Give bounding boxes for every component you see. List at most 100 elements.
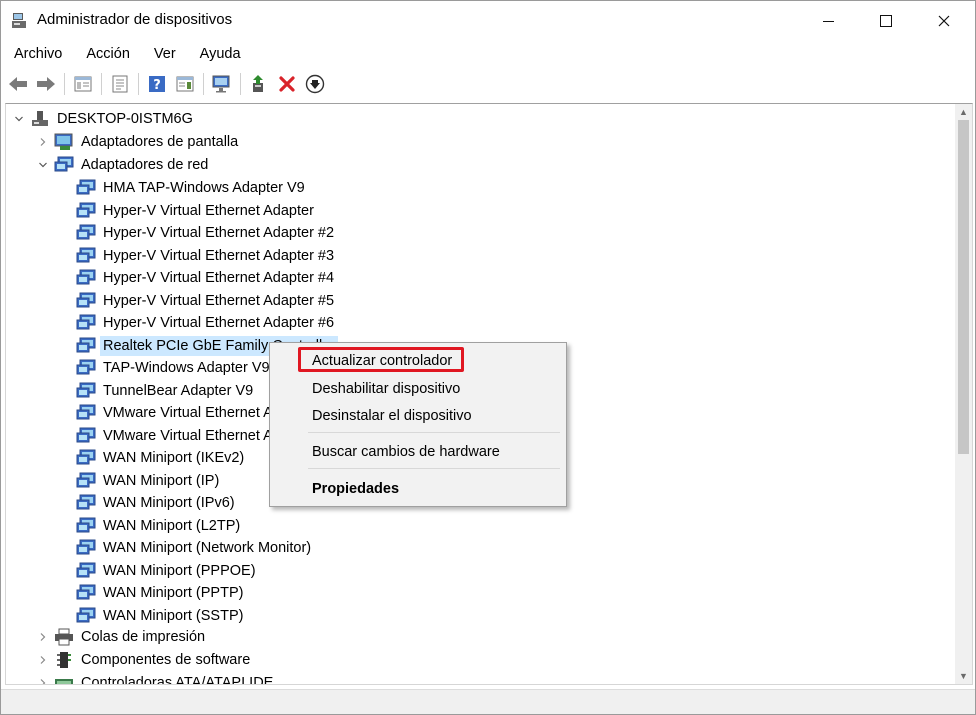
help-icon: ?	[149, 76, 165, 93]
maximize-button[interactable]	[863, 1, 909, 41]
toolbar-separator	[138, 73, 139, 95]
network-adapter-icon	[76, 539, 96, 557]
scrollbar-thumb[interactable]	[958, 120, 969, 454]
network-adapter-item[interactable]: Hyper-V Virtual Ethernet Adapter	[76, 200, 317, 222]
adapter-label: WAN Miniport (PPPOE)	[103, 563, 256, 579]
network-adapter-item[interactable]: WAN Miniport (IKEv2)	[76, 447, 247, 469]
network-adapter-item[interactable]: WAN Miniport (Network Monitor)	[76, 537, 314, 559]
network-adapter-item[interactable]: TAP-Windows Adapter V9	[76, 357, 273, 379]
menu-item-scan-hardware[interactable]: Buscar cambios de hardware	[270, 440, 566, 464]
network-adapter-item[interactable]: Hyper-V Virtual Ethernet Adapter #6	[76, 312, 337, 334]
collapse-chevron-icon[interactable]	[36, 154, 50, 176]
network-adapter-icon	[76, 562, 96, 580]
help-button[interactable]: ?	[146, 73, 168, 95]
close-button[interactable]	[921, 1, 967, 41]
ata-controller-icon	[54, 674, 74, 684]
tree-category-network[interactable]: Adaptadores de red	[36, 154, 211, 176]
network-adapter-item[interactable]: Hyper-V Virtual Ethernet Adapter #4	[76, 267, 337, 289]
enable-device-button[interactable]	[304, 73, 326, 95]
menu-item-disable-device[interactable]: Deshabilitar dispositivo	[270, 377, 566, 401]
menu-archivo[interactable]: Archivo	[14, 43, 72, 65]
update-driver-button[interactable]	[248, 73, 270, 95]
network-adapter-item[interactable]: HMA TAP-Windows Adapter V9	[76, 177, 308, 199]
tree-root[interactable]: DESKTOP-0ISTM6G	[12, 108, 196, 130]
network-adapter-item[interactable]: WAN Miniport (IPv6)	[76, 492, 238, 514]
vertical-scrollbar[interactable]: ▲ ▼	[955, 104, 972, 684]
forward-button[interactable]	[35, 73, 57, 95]
scroll-down-arrow-icon[interactable]: ▼	[955, 668, 972, 684]
adapter-label: Hyper-V Virtual Ethernet Adapter #5	[103, 293, 335, 309]
network-adapter-item[interactable]: WAN Miniport (PPPOE)	[76, 560, 259, 582]
menu-ver[interactable]: Ver	[154, 43, 186, 65]
uninstall-device-button[interactable]	[276, 73, 298, 95]
network-adapter-item[interactable]: TunnelBear Adapter V9	[76, 380, 256, 402]
properties-icon	[112, 75, 128, 93]
network-adapter-icon	[76, 359, 96, 377]
window-title: Administrador de dispositivos	[37, 11, 233, 28]
back-button[interactable]	[7, 73, 29, 95]
adapter-label: TAP-Windows Adapter V9	[103, 360, 270, 376]
printer-icon	[54, 628, 74, 646]
collapse-chevron-icon[interactable]	[12, 108, 26, 130]
network-adapter-item[interactable]: WAN Miniport (PPTP)	[76, 582, 246, 604]
menu-item-properties[interactable]: Propiedades	[270, 477, 566, 501]
network-adapter-icon	[76, 584, 96, 602]
back-icon	[9, 77, 27, 91]
expand-chevron-icon[interactable]	[36, 649, 50, 671]
expand-chevron-icon[interactable]	[36, 626, 50, 648]
expand-chevron-icon[interactable]	[36, 672, 50, 684]
menu-accion[interactable]: Acción	[86, 43, 140, 65]
menu-item-uninstall-device[interactable]: Desinstalar el dispositivo	[270, 404, 566, 428]
computer-icon	[30, 110, 50, 128]
tree-category-print-queues[interactable]: Colas de impresión	[36, 626, 208, 648]
menu-item-label: Buscar cambios de hardware	[312, 444, 500, 460]
tree-category-ata-controllers[interactable]: Controladoras ATA/ATAPI IDE	[36, 672, 276, 684]
network-adapter-item[interactable]: WAN Miniport (SSTP)	[76, 605, 246, 627]
properties-button[interactable]	[109, 73, 131, 95]
menu-separator	[308, 432, 560, 433]
network-adapter-icon	[76, 494, 96, 512]
device-manager-window: Administrador de dispositivos Archivo Ac…	[0, 0, 976, 715]
scan-hardware-button[interactable]	[211, 73, 233, 95]
forward-icon	[37, 77, 55, 91]
adapter-label: WAN Miniport (IPv6)	[103, 495, 235, 511]
menu-ayuda[interactable]: Ayuda	[200, 43, 251, 65]
adapter-label: Hyper-V Virtual Ethernet Adapter #4	[103, 270, 335, 286]
toolbar-separator	[203, 73, 204, 95]
adapter-label: Hyper-V Virtual Ethernet Adapter #6	[103, 315, 335, 331]
action-pane-icon	[176, 76, 194, 92]
adapter-label: Hyper-V Virtual Ethernet Adapter	[103, 203, 314, 219]
category-label: Adaptadores de pantalla	[81, 134, 239, 150]
network-adapter-icon	[76, 269, 96, 287]
minimize-button[interactable]	[805, 1, 851, 41]
tree-category-software-components[interactable]: Componentes de software	[36, 649, 253, 671]
network-adapter-item[interactable]: Hyper-V Virtual Ethernet Adapter #3	[76, 245, 337, 267]
network-adapter-item[interactable]: WAN Miniport (IP)	[76, 470, 222, 492]
network-adapter-icon	[54, 156, 74, 174]
close-icon	[938, 15, 950, 27]
toolbar-separator	[64, 73, 65, 95]
action-pane-button[interactable]	[174, 73, 196, 95]
network-adapter-icon	[76, 404, 96, 422]
expand-chevron-icon[interactable]	[36, 131, 50, 153]
menu-item-label: Desinstalar el dispositivo	[312, 408, 472, 424]
console-tree-icon	[74, 76, 92, 92]
title-bar: Administrador de dispositivos	[1, 1, 975, 41]
adapter-label: WAN Miniport (PPTP)	[103, 585, 244, 601]
adapter-label: Hyper-V Virtual Ethernet Adapter #3	[103, 248, 335, 264]
status-bar	[1, 689, 975, 714]
network-adapter-item[interactable]: Hyper-V Virtual Ethernet Adapter #5	[76, 290, 337, 312]
network-adapter-item[interactable]: WAN Miniport (L2TP)	[76, 515, 243, 537]
minimize-icon	[822, 20, 834, 22]
network-adapter-icon	[76, 337, 96, 355]
network-adapter-icon	[76, 449, 96, 467]
toolbar: ?	[1, 69, 975, 99]
network-adapter-item[interactable]: Hyper-V Virtual Ethernet Adapter #2	[76, 222, 337, 244]
tree-category-display[interactable]: Adaptadores de pantalla	[36, 131, 241, 153]
scroll-up-arrow-icon[interactable]: ▲	[955, 104, 972, 120]
show-hide-console-tree-button[interactable]	[72, 73, 94, 95]
network-adapter-icon	[76, 292, 96, 310]
adapter-label: WAN Miniport (SSTP)	[103, 608, 244, 624]
download-icon	[305, 74, 325, 94]
toolbar-separator	[240, 73, 241, 95]
